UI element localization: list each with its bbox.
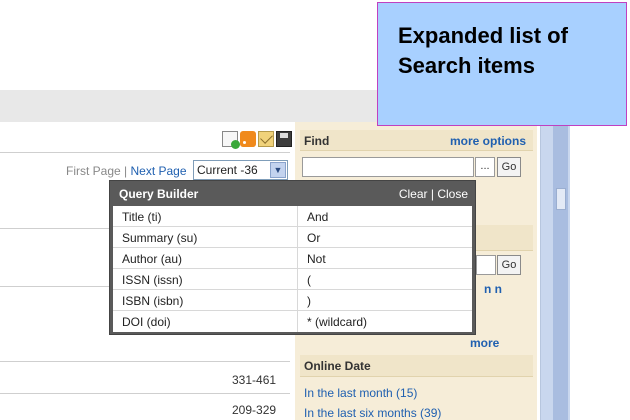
query-builder-title: Query Builder bbox=[119, 187, 199, 201]
more-options-link[interactable]: more options bbox=[450, 134, 526, 148]
online-date-filter[interactable]: In the last six months (39) bbox=[304, 406, 441, 420]
more-link[interactable]: more bbox=[470, 336, 499, 350]
scrollbar-thumb[interactable] bbox=[556, 188, 566, 210]
field-option[interactable]: DOI (doi) bbox=[122, 315, 171, 329]
go-button-secondary[interactable]: Go bbox=[497, 255, 521, 275]
operator-option[interactable]: * (wildcard) bbox=[307, 315, 367, 329]
divider bbox=[0, 228, 110, 229]
query-builder-popup: Query Builder Clear | Close Title (ti) A… bbox=[109, 180, 476, 335]
column-divider bbox=[297, 227, 298, 248]
field-option[interactable]: ISSN (issn) bbox=[122, 273, 183, 287]
clear-button[interactable]: Clear bbox=[399, 187, 428, 201]
query-builder-row: ISBN (isbn) ) bbox=[113, 290, 472, 311]
operator-option[interactable]: ( bbox=[307, 273, 311, 287]
next-page-link[interactable]: Next Page bbox=[131, 164, 187, 178]
divider bbox=[0, 152, 290, 153]
find-label: Find bbox=[304, 134, 330, 148]
result-pages: 209-329 bbox=[232, 403, 277, 417]
email-icon[interactable] bbox=[258, 131, 274, 147]
pagination: First Page | Next Page bbox=[66, 164, 187, 178]
secondary-input[interactable] bbox=[476, 255, 496, 275]
field-option[interactable]: Summary (su) bbox=[122, 231, 197, 245]
field-option[interactable]: Title (ti) bbox=[122, 210, 162, 224]
query-builder-button[interactable]: ... bbox=[475, 157, 495, 177]
column-divider bbox=[297, 269, 298, 290]
query-builder-row: Author (au) Not bbox=[113, 248, 472, 269]
query-builder-row: ISSN (issn) ( bbox=[113, 269, 472, 290]
column-divider bbox=[297, 248, 298, 269]
divider bbox=[0, 361, 290, 362]
column-divider bbox=[297, 290, 298, 311]
query-builder-row: Summary (su) Or bbox=[113, 227, 472, 248]
sidebar-link-fragment[interactable]: n n bbox=[484, 282, 502, 296]
annotation-callout: Expanded list of Search items bbox=[377, 2, 627, 126]
save-icon[interactable] bbox=[276, 131, 292, 147]
sidebar-section-header bbox=[476, 225, 533, 251]
field-option[interactable]: Author (au) bbox=[122, 252, 182, 266]
operator-option[interactable]: And bbox=[307, 210, 328, 224]
online-date-label: Online Date bbox=[304, 359, 371, 373]
divider bbox=[0, 393, 290, 394]
operator-option[interactable]: ) bbox=[307, 294, 311, 308]
query-builder-actions: Clear | Close bbox=[399, 187, 468, 201]
actions-separator: | bbox=[430, 187, 434, 201]
operator-option[interactable]: Or bbox=[307, 231, 320, 245]
search-input[interactable] bbox=[302, 157, 474, 177]
go-button[interactable]: Go bbox=[497, 157, 521, 177]
page-select[interactable]: Current -36 ▼ bbox=[193, 160, 288, 180]
scrollbar[interactable] bbox=[553, 90, 568, 420]
column-divider bbox=[297, 206, 298, 227]
chevron-down-icon[interactable]: ▼ bbox=[270, 162, 286, 178]
column-divider bbox=[297, 311, 298, 332]
callout-text: Expanded list of Search items bbox=[398, 23, 568, 78]
query-builder-header: Query Builder Clear | Close bbox=[113, 181, 472, 206]
document-add-icon[interactable] bbox=[222, 131, 240, 149]
field-option[interactable]: ISBN (isbn) bbox=[122, 294, 183, 308]
result-pages: 331-461 bbox=[232, 373, 277, 387]
operator-option[interactable]: Not bbox=[307, 252, 326, 266]
online-date-filter[interactable]: In the last month (15) bbox=[304, 386, 417, 400]
first-page-link[interactable]: First Page bbox=[66, 164, 121, 178]
close-button[interactable]: Close bbox=[437, 187, 468, 201]
query-builder-row: DOI (doi) * (wildcard) bbox=[113, 311, 472, 332]
pagination-separator: | bbox=[124, 164, 128, 178]
rss-icon[interactable] bbox=[240, 131, 256, 147]
query-builder-list: Title (ti) And Summary (su) Or Author (a… bbox=[113, 206, 472, 332]
query-builder-row: Title (ti) And bbox=[113, 206, 472, 227]
page-select-value: Current -36 bbox=[197, 163, 258, 177]
result-toolbar bbox=[222, 131, 292, 149]
divider bbox=[0, 286, 110, 287]
